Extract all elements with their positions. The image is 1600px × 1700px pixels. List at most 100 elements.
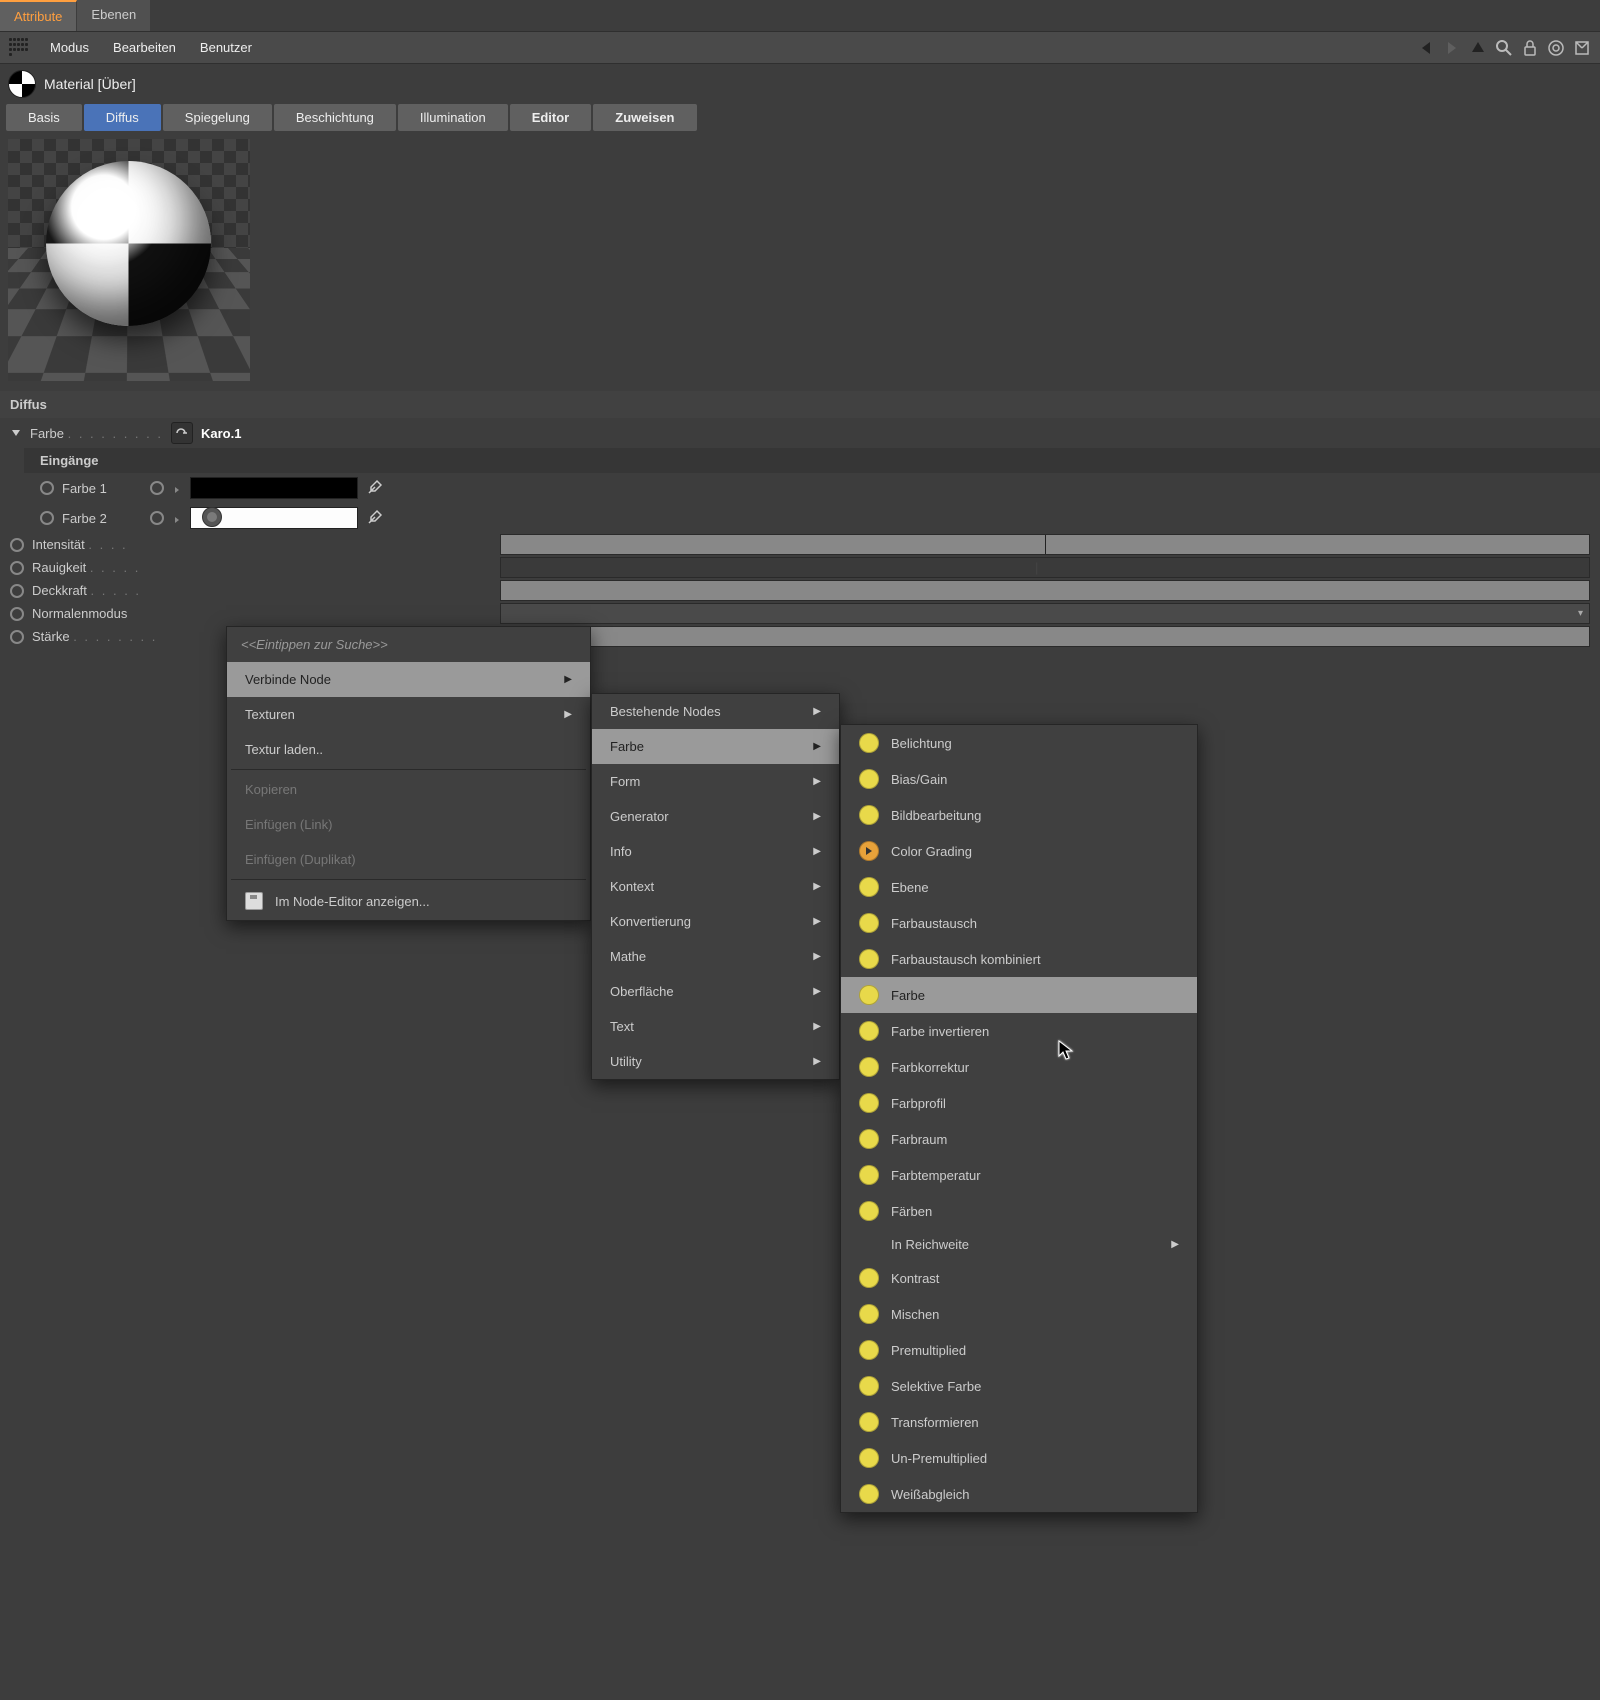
ctx3-premultiplied[interactable]: Premultiplied [841, 1332, 1197, 1368]
intensitaet-slider[interactable] [500, 534, 1590, 555]
staerke-slider[interactable] [500, 626, 1590, 647]
back-icon[interactable] [1416, 38, 1436, 58]
prop-farbe-label: Farbe . . . . . . . . . [30, 426, 163, 441]
chevron-right-icon[interactable] [172, 513, 182, 523]
subtab-basis[interactable]: Basis [6, 104, 82, 131]
ctx3-colorgrading[interactable]: Color Grading [841, 833, 1197, 869]
subtab-illumination[interactable]: Illumination [398, 104, 508, 131]
ctx3-farbraum[interactable]: Farbraum [841, 1121, 1197, 1157]
connector-icon[interactable] [10, 607, 24, 621]
subtab-beschichtung[interactable]: Beschichtung [274, 104, 396, 131]
menu-modus[interactable]: Modus [38, 36, 101, 59]
ctx2-oberflaeche[interactable]: Oberfläche▶ [592, 974, 839, 1009]
ctx-node-editor[interactable]: Im Node-Editor anzeigen... [227, 882, 590, 920]
tab-attribute[interactable]: Attribute [0, 0, 77, 31]
eyedropper-icon[interactable] [366, 478, 384, 499]
connector-icon[interactable] [10, 538, 24, 552]
ctx3-ebene[interactable]: Ebene [841, 869, 1197, 905]
ctx3-farbkorrektur[interactable]: Farbkorrektur [841, 1049, 1197, 1085]
gear-icon[interactable] [1546, 38, 1566, 58]
ctx3-weissabgleich[interactable]: Weißabgleich [841, 1476, 1197, 1512]
ctx3-farbe-invertieren[interactable]: Farbe invertieren [841, 1013, 1197, 1049]
chevron-right-icon: ▶ [813, 706, 821, 717]
normalenmodus-select[interactable]: ▾ [500, 603, 1590, 624]
deckkraft-slider[interactable] [500, 580, 1590, 601]
ctx-kopieren: Kopieren [227, 772, 590, 807]
context-menu-farbe2: <<Eintippen zur Suche>> Verbinde Node▶ T… [226, 626, 591, 921]
connector-active-icon[interactable] [202, 507, 222, 527]
ctx3-farbtemperatur[interactable]: Farbtemperatur [841, 1157, 1197, 1193]
connector-icon[interactable] [10, 584, 24, 598]
chevron-right-icon: ▶ [813, 846, 821, 857]
ctx2-kontext[interactable]: Kontext▶ [592, 869, 839, 904]
ctx3-faerben[interactable]: Färben [841, 1193, 1197, 1229]
menu-bearbeiten[interactable]: Bearbeiten [101, 36, 188, 59]
maximize-icon[interactable] [1572, 38, 1592, 58]
lock-icon[interactable] [1520, 38, 1540, 58]
forward-icon[interactable] [1442, 38, 1462, 58]
ctx-einfuegen-link: Einfügen (Link) [227, 807, 590, 842]
rauigkeit-slider[interactable] [500, 557, 1590, 578]
ctx2-form[interactable]: Form▶ [592, 764, 839, 799]
ctx2-bestehende[interactable]: Bestehende Nodes▶ [592, 694, 839, 729]
node-icon [859, 1021, 879, 1041]
ctx2-utility[interactable]: Utility▶ [592, 1044, 839, 1079]
connector-icon[interactable] [10, 561, 24, 575]
eyedropper-icon[interactable] [366, 508, 384, 529]
ctx3-in-reichweite[interactable]: In Reichweite▶ [841, 1229, 1197, 1260]
ctx2-generator[interactable]: Generator▶ [592, 799, 839, 834]
up-icon[interactable] [1468, 38, 1488, 58]
subtab-diffus[interactable]: Diffus [84, 104, 161, 131]
ctx-einfuegen-duplikat: Einfügen (Duplikat) [227, 842, 590, 877]
ctx-search-input[interactable]: <<Eintippen zur Suche>> [227, 627, 590, 662]
ctx2-konvertierung[interactable]: Konvertierung▶ [592, 904, 839, 939]
expand-icon[interactable] [10, 427, 22, 439]
ctx3-mischen[interactable]: Mischen [841, 1296, 1197, 1332]
subtab-zuweisen[interactable]: Zuweisen [593, 104, 696, 131]
connector-icon[interactable] [150, 481, 164, 495]
color-swatch-1[interactable] [190, 477, 358, 499]
tab-layers[interactable]: Ebenen [77, 0, 151, 31]
ctx3-farbprofil[interactable]: Farbprofil [841, 1085, 1197, 1121]
ctx3-farbe[interactable]: Farbe [841, 977, 1197, 1013]
connector-icon[interactable] [150, 511, 164, 525]
ctx2-info[interactable]: Info▶ [592, 834, 839, 869]
ctx-textur-laden[interactable]: Textur laden.. [227, 732, 590, 767]
preview-thumbnail[interactable] [8, 139, 250, 381]
search-icon[interactable] [1494, 38, 1514, 58]
node-icon [859, 1129, 879, 1149]
ctx3-selektive[interactable]: Selektive Farbe [841, 1368, 1197, 1404]
ctx-verbinde-node[interactable]: Verbinde Node▶ [227, 662, 590, 697]
save-icon [245, 892, 263, 910]
chevron-down-icon: ▾ [1578, 608, 1583, 619]
ctx3-belichtung[interactable]: Belichtung [841, 725, 1197, 761]
chevron-right-icon: ▶ [813, 811, 821, 822]
chevron-right-icon: ▶ [813, 916, 821, 927]
chevron-right-icon: ▶ [813, 881, 821, 892]
subtab-spiegelung[interactable]: Spiegelung [163, 104, 272, 131]
farbe-node-name[interactable]: Karo.1 [201, 426, 241, 441]
ctx3-farbaustausch[interactable]: Farbaustausch [841, 905, 1197, 941]
menu-benutzer[interactable]: Benutzer [188, 36, 264, 59]
ctx3-biasgain[interactable]: Bias/Gain [841, 761, 1197, 797]
node-icon [859, 1412, 879, 1432]
ctx3-transformieren[interactable]: Transformieren [841, 1404, 1197, 1440]
connector-icon[interactable] [40, 511, 54, 525]
ctx3-bildbearbeitung[interactable]: Bildbearbeitung [841, 797, 1197, 833]
chevron-right-icon: ▶ [564, 674, 572, 685]
link-icon[interactable] [171, 422, 193, 444]
node-icon [859, 1057, 879, 1077]
ctx3-unpremultiplied[interactable]: Un-Premultiplied [841, 1440, 1197, 1476]
subtab-editor[interactable]: Editor [510, 104, 592, 131]
ctx2-text[interactable]: Text▶ [592, 1009, 839, 1044]
ctx3-farbaustausch-kombi[interactable]: Farbaustausch kombiniert [841, 941, 1197, 977]
chevron-right-icon: ▶ [813, 741, 821, 752]
connector-icon[interactable] [10, 630, 24, 644]
connector-icon[interactable] [40, 481, 54, 495]
ctx2-mathe[interactable]: Mathe▶ [592, 939, 839, 974]
ctx-texturen[interactable]: Texturen▶ [227, 697, 590, 732]
ctx2-farbe[interactable]: Farbe▶ [592, 729, 839, 764]
grid-icon[interactable] [8, 38, 28, 58]
chevron-right-icon[interactable] [172, 483, 182, 493]
ctx3-kontrast[interactable]: Kontrast [841, 1260, 1197, 1296]
